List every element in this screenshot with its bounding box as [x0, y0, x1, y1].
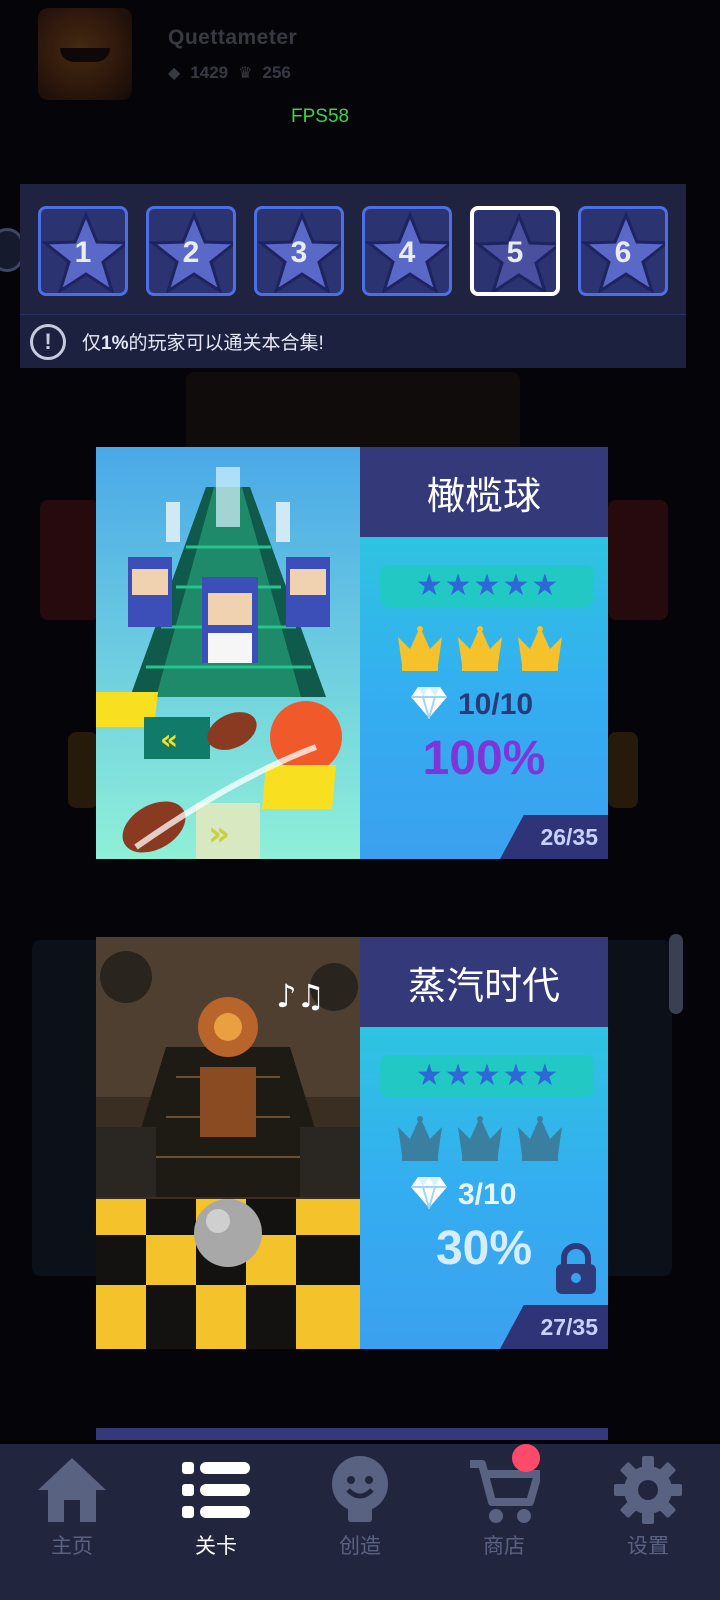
song-title: 橄榄球 [360, 447, 608, 537]
nav-label: 设置 [627, 1535, 669, 1558]
nav-create[interactable]: 创造 [288, 1444, 432, 1600]
crown-icon [456, 1115, 504, 1161]
song-card-football[interactable]: « » 橄榄球 ★ ★ ★ ★ ★ 10/10 100% 26/35 [96, 447, 608, 859]
gem-count: 10/10 [458, 687, 534, 721]
song-index: 27/35 [500, 1305, 608, 1349]
notice-text: 仅1%的玩家可以通关本合集! [82, 333, 324, 354]
nav-label: 关卡 [195, 1535, 237, 1558]
svg-text:«: « [160, 723, 178, 756]
crown-icon: ♛ [238, 65, 253, 82]
song-card-steam-age[interactable]: ♪♫ 蒸汽时代 ★ ★ ★ ★ ★ 3/10 30% 27/35 [96, 937, 608, 1349]
level-number: 2 [182, 236, 200, 269]
difficulty-stars: ★ ★ ★ ★ ★ [380, 565, 594, 607]
level-number: 5 [506, 236, 524, 269]
nav-label: 商店 [483, 1535, 525, 1558]
diamond-icon [410, 1175, 448, 1214]
level-button-2[interactable]: 2 [146, 206, 236, 296]
gear-icon [608, 1452, 688, 1528]
crown-icon [456, 625, 504, 671]
song-artwork-football: « » [96, 447, 360, 859]
diamond-icon: ◆ [168, 65, 181, 82]
crown-icon [396, 625, 444, 671]
completion-percent: 100% [422, 732, 546, 785]
level-button-6[interactable]: 6 [578, 206, 668, 296]
nav-label: 主页 [51, 1535, 93, 1558]
difficulty-star-icon: ★ [415, 569, 443, 602]
background-banner [186, 372, 520, 452]
profile-header[interactable]: Quettameter ◆ 1429 ♛ 256 [38, 8, 438, 100]
background-button-left [68, 732, 98, 808]
level-selector: 1 2 3 4 5 6 ! 仅1%的玩家可以通关本合集! [20, 184, 686, 368]
difficulty-star-icon: ★ [444, 1059, 472, 1092]
background-tile-right [608, 500, 668, 620]
gem-count: 3/10 [458, 1177, 517, 1211]
gem-progress: 10/10 [410, 685, 533, 724]
nav-label: 创造 [339, 1535, 381, 1558]
crown-rating [396, 1115, 564, 1161]
exclamation-icon: ! [30, 323, 66, 360]
difficulty-star-icon: ★ [531, 1059, 559, 1092]
difficulty-star-icon: ★ [415, 1059, 443, 1092]
home-icon [32, 1452, 112, 1528]
profile-stats: ◆ 1429 ♛ 256 [168, 63, 291, 83]
song-info-football: 橄榄球 ★ ★ ★ ★ ★ 10/10 100% 26/35 [360, 447, 608, 859]
nav-levels[interactable]: 关卡 [144, 1444, 288, 1600]
completion-notice: ! 仅1%的玩家可以通关本合集! [20, 314, 686, 368]
bottom-nav: 主页 关卡 创造 商店 设置 [0, 1444, 720, 1600]
difficulty-star-icon: ★ [444, 569, 472, 602]
lightbulb-icon [320, 1452, 400, 1528]
lock-icon [554, 1242, 598, 1299]
difficulty-star-icon: ★ [502, 1059, 530, 1092]
nav-settings[interactable]: 设置 [576, 1444, 720, 1600]
nav-home[interactable]: 主页 [0, 1444, 144, 1600]
scrollbar[interactable] [669, 934, 683, 1014]
crown-count: 256 [262, 63, 291, 82]
level-button-3[interactable]: 3 [254, 206, 344, 296]
gem-count: 1429 [190, 63, 229, 82]
level-button-1[interactable]: 1 [38, 206, 128, 296]
level-number: 1 [74, 236, 92, 269]
background-tile-left [40, 500, 100, 620]
difficulty-star-icon: ★ [473, 1059, 501, 1092]
level-button-5[interactable]: 5 [470, 206, 560, 296]
song-card-next-edge[interactable] [96, 1428, 608, 1440]
level-number: 4 [398, 236, 416, 269]
crown-icon [516, 625, 564, 671]
crown-icon [396, 1115, 444, 1161]
level-button-4[interactable]: 4 [362, 206, 452, 296]
nav-store[interactable]: 商店 [432, 1444, 576, 1600]
song-info-steam-age: 蒸汽时代 ★ ★ ★ ★ ★ 3/10 30% 27/35 [360, 937, 608, 1349]
list-icon [176, 1452, 256, 1528]
song-title: 蒸汽时代 [360, 937, 608, 1027]
level-row: 1 2 3 4 5 6 [38, 206, 668, 296]
notification-badge [512, 1444, 540, 1472]
diamond-icon [410, 685, 448, 724]
level-number: 6 [614, 236, 632, 269]
difficulty-star-icon: ★ [473, 569, 501, 602]
difficulty-star-icon: ★ [502, 569, 530, 602]
song-artwork-steam-age: ♪♫ [96, 937, 360, 1349]
fps-counter: FPS58 [291, 106, 350, 127]
background-button-right [608, 732, 638, 808]
song-index: 26/35 [500, 815, 608, 859]
crown-icon [516, 1115, 564, 1161]
crown-rating [396, 625, 564, 671]
svg-text:»: » [208, 814, 230, 854]
level-number: 3 [290, 236, 308, 269]
difficulty-stars: ★ ★ ★ ★ ★ [380, 1055, 594, 1097]
gem-progress: 3/10 [410, 1175, 516, 1214]
avatar[interactable] [38, 8, 132, 100]
svg-text:♪♫: ♪♫ [276, 977, 325, 1015]
difficulty-star-icon: ★ [531, 569, 559, 602]
username: Quettameter [168, 26, 298, 49]
